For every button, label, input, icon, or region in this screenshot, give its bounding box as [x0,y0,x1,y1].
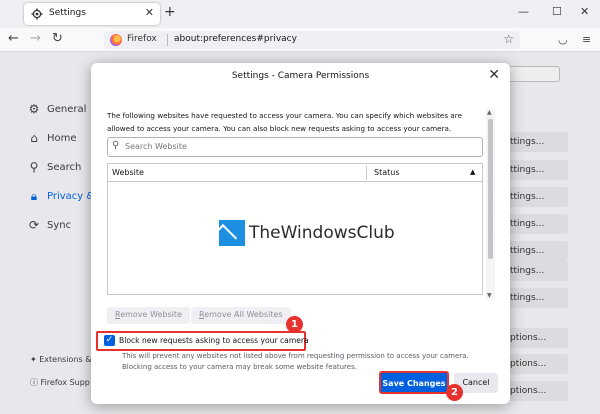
search-placeholder: Search Website [125,142,187,151]
sidebar-item-sync[interactable]: ⟳ Sync [27,218,71,232]
remove-all-websites-button[interactable]: Remove All Websites [191,307,291,324]
dialog-description: The following websites have requested to… [107,111,462,133]
block-requests-checkbox[interactable]: ✓ [104,335,115,346]
menu-icon[interactable]: ≡ [582,33,591,46]
find-in-settings-box[interactable] [508,66,560,82]
new-tab-button[interactable]: + [164,4,176,20]
callout-badge-1: 1 [286,316,303,333]
bg-options-button[interactable]: ptions... [506,381,568,401]
scroll-up-icon[interactable]: ▲ [487,109,492,116]
home-icon: ⌂ [30,131,38,145]
column-website[interactable]: Website [112,168,144,177]
scrollbar-thumb[interactable] [488,119,493,259]
bg-settings-button[interactable]: ttings... [506,261,568,281]
scroll-down-icon[interactable]: ▼ [487,292,492,299]
bg-settings-button[interactable]: ttings... [506,160,568,180]
nav-bar: ← → ↻ Firefox about:preferences#privacy … [0,28,600,52]
bg-settings-button[interactable]: ttings... [506,187,568,207]
sidebar-firefox-support[interactable]: ⓘ Firefox Supp [30,377,90,388]
sidebar-item-label: Home [47,132,77,144]
gear-icon [31,8,43,20]
sidebar-item-general[interactable]: ⚙ General [27,102,87,116]
lock-icon: 🔒︎ [30,189,38,203]
bg-options-button[interactable]: ptions... [506,328,568,348]
identity-label: Firefox [127,34,157,44]
puzzle-icon: ✦ [30,355,40,364]
watermark-text: TheWindowsClub [249,223,395,243]
pocket-icon[interactable]: ◡ [558,33,568,46]
bg-options-button[interactable]: ptions... [506,354,568,374]
bg-settings-button[interactable]: ttings... [506,214,568,234]
windows-club-logo-icon [219,220,245,246]
sidebar-extensions[interactable]: ✦ Extensions & [30,355,91,364]
search-icon: ⚲ [29,160,39,174]
url-bar[interactable]: Firefox about:preferences#privacy ☆ [104,31,520,49]
window-close-button[interactable]: ✕ [580,5,589,18]
url-separator [167,34,168,46]
reload-icon[interactable]: ↻ [52,31,63,46]
search-icon: ⚲ [112,140,120,151]
minimize-button[interactable]: — [518,5,529,18]
callout-badge-2: 2 [446,384,463,401]
sort-arrow-icon[interactable]: ▲ [470,168,475,176]
tab-close-icon[interactable]: ✕ [145,6,154,19]
bookmark-star-icon[interactable]: ☆ [503,32,514,46]
column-status[interactable]: Status [374,168,400,177]
bg-settings-button[interactable]: ttings... [506,241,568,261]
column-separator[interactable] [366,166,367,180]
tab-strip: Settings ✕ + — ☐ ✕ [0,0,600,28]
help-icon: ⓘ [30,378,41,387]
block-requests-label[interactable]: Block new requests asking to access your… [119,336,309,345]
scrollbar[interactable]: ▲ ▼ [486,109,495,299]
sidebar-item-label: General [47,103,87,115]
list-header: Website Status ▲ [108,164,482,182]
block-requests-note: This will prevent any websites not liste… [122,352,469,371]
watermark: TheWindowsClub [219,220,395,246]
search-website-input[interactable]: ⚲ Search Website [107,137,483,157]
tab-settings[interactable]: Settings ✕ [24,3,160,25]
dialog-title: Settings - Camera Permissions [231,71,370,81]
forward-arrow-icon[interactable]: → [30,31,41,46]
sidebar-item-search[interactable]: ⚲ Search [27,160,82,174]
sidebar-item-label: Sync [47,219,72,231]
tab-title: Settings [49,8,86,18]
bg-settings-button[interactable]: ttings... [506,132,568,152]
sidebar-item-label: Search [47,161,82,173]
sidebar-item-home[interactable]: ⌂ Home [27,131,77,145]
bg-settings-button[interactable]: ttings... [506,288,568,308]
gear-icon: ⚙ [28,102,40,116]
firefox-logo-icon [110,34,122,46]
save-changes-button[interactable]: Save Changes [379,371,449,394]
sync-icon: ⟳ [28,218,40,232]
url-text[interactable]: about:preferences#privacy [174,34,297,44]
back-arrow-icon[interactable]: ← [8,31,19,46]
maximize-button[interactable]: ☐ [552,5,562,18]
close-icon[interactable]: ✕ [488,67,500,83]
remove-website-button[interactable]: Remove Website [107,307,190,324]
